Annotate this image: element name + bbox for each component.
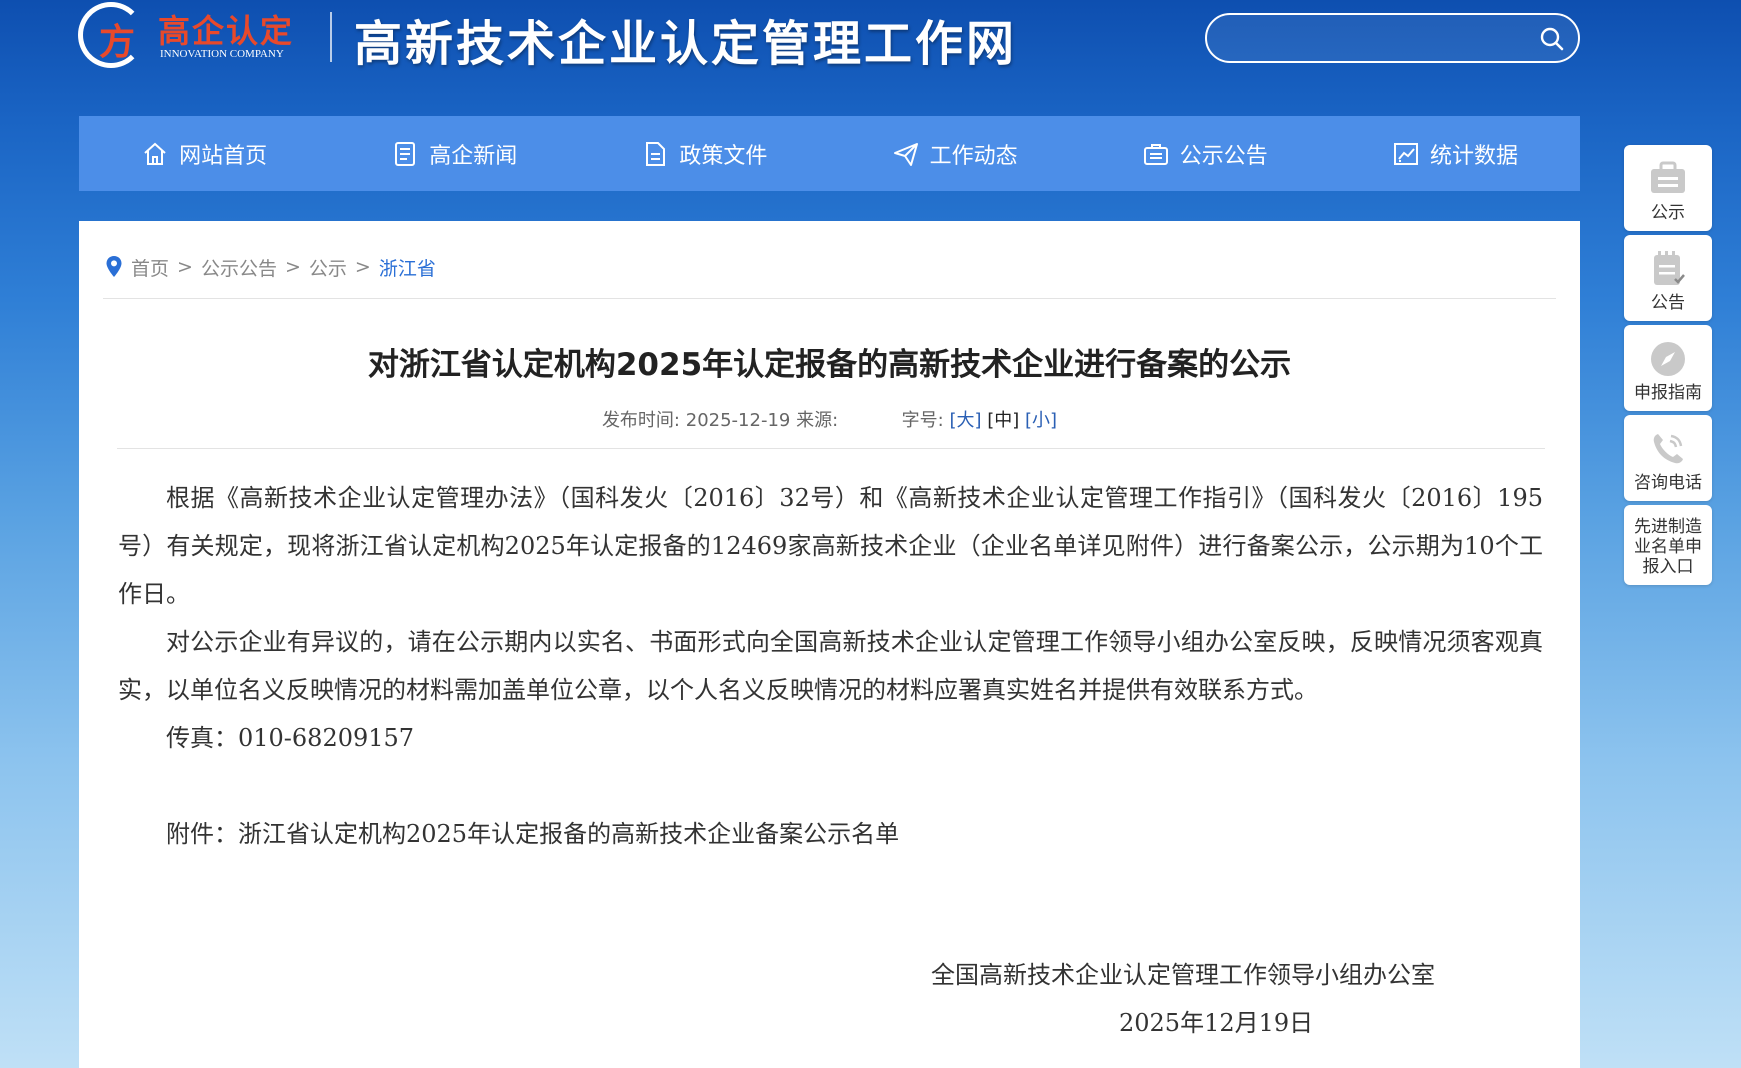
location-pin-icon [106,256,122,277]
breadcrumb-public-notice[interactable]: 公示 [309,254,347,281]
briefcase-icon [1651,161,1685,193]
logo-chinese-text: 高企认定 [158,12,295,50]
phone-icon [1653,434,1683,464]
font-size-large-button[interactable]: [大] [949,410,981,431]
nav-item-label: 高企新闻 [429,143,518,169]
breadcrumb-announcements[interactable]: 公示公告 [201,254,277,281]
signature-date: 2025年12月19日 [1119,1009,1314,1037]
search-box [1205,13,1580,63]
article-signature: 全国高新技术企业认定管理工作领导小组办公室 2025年12月19日 [931,951,1531,1047]
sidebar-item-application-guide[interactable]: 申报指南 [1624,325,1712,411]
sidebar-item-label: 咨询电话 [1634,473,1702,493]
nav-item-label: 政策文件 [679,143,768,169]
news-icon [395,141,416,166]
signature-org: 全国高新技术企业认定管理工作领导小组办公室 [931,961,1435,989]
font-size-medium-button[interactable]: [中] [987,410,1019,431]
article-title: 对浙江省认定机构2025年认定报备的高新技术企业进行备案的公示 [367,347,1292,383]
paper-plane-icon [893,142,918,166]
nav-item-work-updates[interactable]: 工作动态 [830,116,1080,191]
main-nav: 网站首页 高企新闻 政策文件 工作动态 公示公告 统计数据 [79,116,1580,191]
nav-item-news[interactable]: 高企新闻 [329,116,579,191]
briefcase-icon [1143,143,1168,165]
sidebar-item-announcement[interactable]: 公告 [1624,235,1712,321]
sidebar-item-hotline[interactable]: 咨询电话 [1624,415,1712,501]
document-icon [646,141,666,166]
site-title: 高新技术企业认定管理工作网 [354,16,1018,72]
sidebar-item-label: 公告 [1651,293,1685,313]
nav-item-announcements[interactable]: 公示公告 [1080,116,1330,191]
breadcrumb-home[interactable]: 首页 [131,254,169,281]
breadcrumb-separator: > [284,256,301,278]
nav-item-label: 公示公告 [1179,143,1268,169]
divider [117,448,1545,449]
divider [103,298,1556,299]
sidebar-item-label: 申报指南 [1634,383,1702,403]
nav-item-label: 网站首页 [179,143,268,169]
sidebar-item-public-notice[interactable]: 公示 [1624,145,1712,231]
article-panel: 首页 > 公示公告 > 公示 > 浙江省 对浙江省认定机构2025年认定报备的高… [79,221,1580,1068]
font-size-small-button[interactable]: [小] [1025,410,1057,431]
home-icon [144,142,166,165]
sidebar-item-label: 先进制造业名单申报入口 [1634,517,1702,577]
article-paragraph: 对公示企业有异议的，请在公示期内以实名、书面形式向全国高新技术企业认定管理工作领… [118,628,1543,704]
sidebar-item-advanced-manufacturing-entry[interactable]: 先进制造业名单申报入口 [1624,505,1712,585]
notepad-icon [1654,251,1685,285]
nav-item-statistics[interactable]: 统计数据 [1330,116,1580,191]
breadcrumb-separator: > [177,256,193,278]
breadcrumb-separator: > [354,256,371,278]
site-logo[interactable]: 方 高企认定 INNOVATION COMPANY [78,0,310,72]
logo-english-text: INNOVATION COMPANY [160,48,284,60]
source-label: 来源: [796,410,839,431]
attachment-link[interactable]: 附件：浙江省认定机构2025年认定报备的高新技术企业备案公示名单 [118,810,1543,858]
right-sidebar: 公示 公告 申报指南 咨询电话 先进制造业名单申报入口 [1624,145,1712,589]
article-meta: 发布时间: 2025-12-19 来源: 字号: [大] [中] [小] [79,406,1580,432]
breadcrumb: 首页 > 公示公告 > 公示 > 浙江省 [105,253,436,281]
sidebar-item-label: 公示 [1651,203,1685,223]
search-icon[interactable] [1538,25,1566,53]
logo-emblem: 方 [78,2,144,68]
compass-icon [1651,342,1685,376]
nav-item-label: 统计数据 [1429,143,1518,169]
font-size-label: 字号: [901,410,944,431]
article-body: 根据《高新技术企业认定管理办法》（国科发火〔2016〕32号）和《高新技术企业认… [118,474,1543,858]
site-header: 方 高企认定 INNOVATION COMPANY 高新技术企业认定管理工作网 [0,0,1741,118]
logo-divider [330,12,332,62]
fax-line: 传真：010-68209157 [166,724,415,752]
publish-date: 2025-12-19 [685,410,791,431]
article-paragraph: 根据《高新技术企业认定管理办法》（国科发火〔2016〕32号）和《高新技术企业认… [118,484,1543,608]
nav-item-policy[interactable]: 政策文件 [579,116,829,191]
chart-icon [1393,142,1418,165]
nav-item-home[interactable]: 网站首页 [79,116,329,191]
nav-item-label: 工作动态 [929,143,1018,169]
search-input[interactable] [1227,23,1527,53]
publish-label: 发布时间: [601,410,681,431]
breadcrumb-current[interactable]: 浙江省 [379,254,436,281]
